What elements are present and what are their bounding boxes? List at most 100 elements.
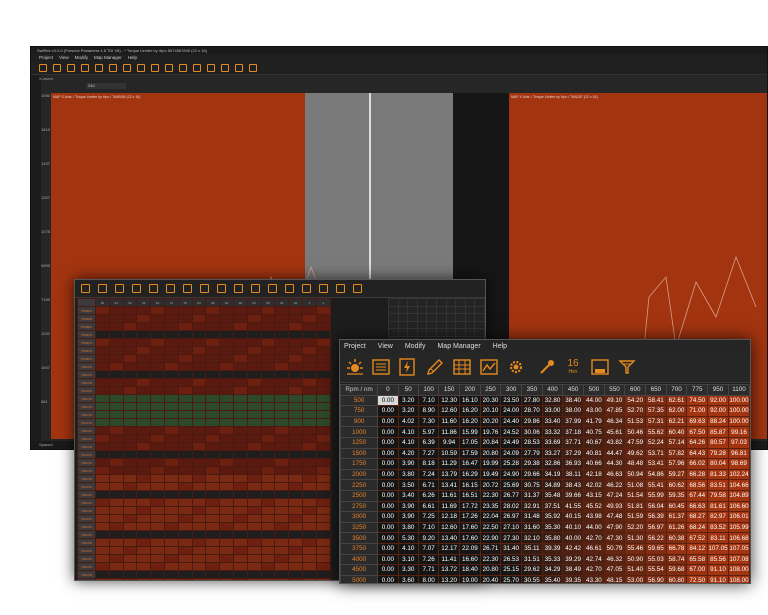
table-cell[interactable]: 3.10 [397,553,419,566]
hex-cell[interactable] [95,354,110,363]
table-cell[interactable]: 53.41 [645,458,667,470]
hex-cell[interactable] [232,546,248,555]
table-cell[interactable]: 4.20 [397,447,419,460]
hex-cell[interactable] [163,442,179,451]
table-cell[interactable]: 79.58 [707,489,729,502]
hex-cell[interactable] [205,570,221,579]
hex-cell[interactable] [246,562,262,571]
hex-cell[interactable] [95,402,110,411]
hex-cell[interactable] [122,498,138,507]
hex-cell[interactable] [136,306,152,315]
table-cell[interactable]: 27.30 [500,532,522,544]
hex-cell[interactable] [95,538,110,547]
hex-cell[interactable] [150,330,165,339]
table-cell[interactable]: 11.29 [438,458,460,470]
hex-cell[interactable] [301,546,317,555]
hex-cell[interactable] [191,490,207,499]
hex-cell[interactable] [205,362,221,371]
char-cell[interactable] [388,320,399,330]
hex-cell[interactable] [191,554,207,563]
hex-cell[interactable] [205,418,221,427]
hex-cell[interactable] [274,530,290,539]
table-cell[interactable]: 37.29 [562,447,585,460]
char-cell[interactable] [407,320,418,330]
hex-cell[interactable] [274,378,290,387]
hex-cell[interactable] [122,474,138,483]
hex-cell[interactable] [232,330,248,339]
table-cell[interactable]: 46.34 [603,415,626,428]
hex-cell[interactable] [260,466,276,475]
hex-cell[interactable] [232,522,248,531]
table-cell[interactable]: 66.78 [665,542,688,555]
hex-cell[interactable] [301,306,317,315]
hex-cell[interactable] [108,530,124,539]
hex-cell[interactable] [150,402,165,411]
table-cell[interactable]: 19.76 [479,426,502,438]
hex-toolbar-icon[interactable] [302,284,311,293]
hex-cell[interactable] [274,578,290,580]
hex-cell[interactable] [260,442,276,451]
hex-cell[interactable] [108,370,124,379]
table-cell[interactable]: 53.00 [624,574,647,583]
table-cell[interactable]: 18.40 [458,564,481,576]
hex-cell[interactable] [315,346,331,355]
table-cell[interactable]: 91.10 [707,564,729,576]
hex-cell[interactable] [122,466,138,475]
hex-toolbar-icon[interactable] [98,284,107,293]
table-cell[interactable]: 83.52 [707,521,729,534]
hex-cell[interactable] [274,426,290,435]
table-cell[interactable]: 20.72 [479,479,502,491]
table-cell[interactable]: 29.86 [521,415,543,428]
hex-cell[interactable] [177,442,193,451]
hex-cell[interactable] [150,442,165,451]
hex-cell[interactable] [191,378,207,387]
table-cell[interactable]: 58.41 [645,394,667,407]
hex-cell[interactable] [177,450,193,459]
hex-cell[interactable] [301,370,317,379]
hex-cell[interactable] [246,378,262,387]
hex-cell[interactable] [136,410,152,419]
hex-cell[interactable] [108,546,124,555]
table-cell[interactable]: 50.79 [603,542,626,555]
hex-cell[interactable] [136,506,152,515]
hex-cell[interactable] [163,554,179,563]
hex-cell[interactable] [108,418,124,427]
hex-cell[interactable] [260,386,276,395]
hex-cell[interactable] [122,394,138,403]
hex-cell[interactable] [108,522,124,531]
hex-cell[interactable] [163,466,179,475]
hex-cell[interactable] [260,554,276,563]
hex-cell[interactable] [301,378,317,387]
hex-cell[interactable] [177,394,193,403]
table-cell[interactable]: 12.60 [438,521,460,534]
hex-cell[interactable] [246,522,262,531]
hex-cell[interactable] [205,474,221,483]
hex-cell[interactable] [288,474,303,483]
char-cell[interactable] [397,320,409,330]
table-cell[interactable]: 16.51 [458,489,481,502]
table-cell[interactable]: 17.60 [458,532,481,544]
hex-cell[interactable] [191,506,207,515]
hex-cell[interactable] [191,562,207,571]
table-cell[interactable]: 24.90 [500,468,522,481]
table-cell[interactable]: 0.00 [377,542,399,555]
hex-cell[interactable] [136,442,152,451]
hex-cell[interactable] [246,354,262,363]
hex-toolbar-icon[interactable] [353,284,362,293]
filter-icon[interactable] [616,356,638,378]
hex-cell[interactable] [150,514,165,523]
brightness-icon[interactable] [344,356,366,378]
hex-cell[interactable] [205,554,221,563]
table-cell[interactable]: 43.82 [603,436,626,449]
table-cell[interactable]: 31.40 [500,542,522,555]
hex-cell[interactable] [246,474,262,483]
table-cell[interactable]: 55.99 [645,489,667,502]
hex-cell[interactable] [205,538,221,547]
hex-cell[interactable] [274,338,290,347]
table-cell[interactable]: 7.27 [417,447,440,460]
hex-cell[interactable] [95,386,110,395]
hex-cell[interactable] [274,354,290,363]
table-cell[interactable]: 107.05 [707,542,729,555]
hex-cell[interactable] [205,354,221,363]
hex-cell[interactable] [274,314,290,323]
